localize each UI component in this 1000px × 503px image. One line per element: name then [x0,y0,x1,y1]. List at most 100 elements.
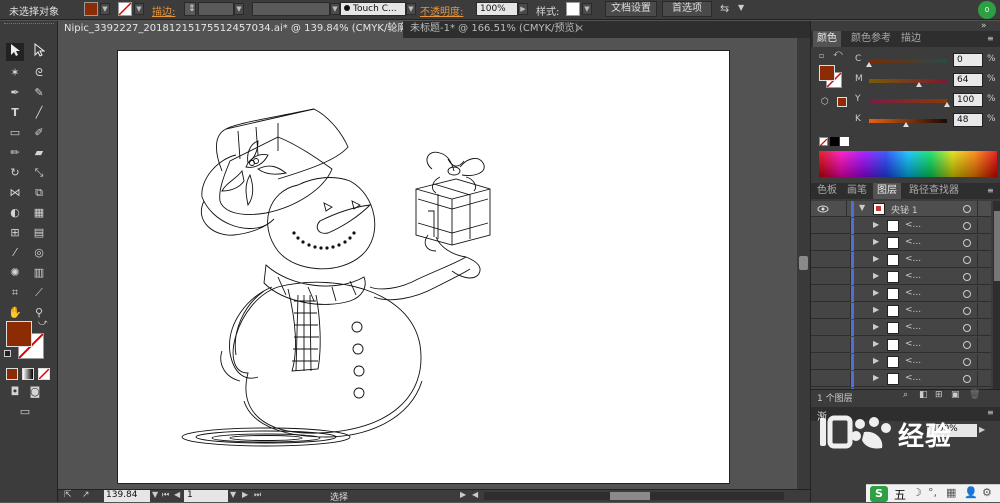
style-dropdown-icon[interactable]: ▼ [582,3,592,15]
variable-width-dropdown-icon[interactable]: ▼ [330,3,340,15]
share-icon[interactable]: ⇱ [64,490,72,500]
close-icon[interactable]: × [576,21,584,37]
cyan-slider-knob[interactable] [866,62,872,67]
status-menu-icon[interactable]: ▶ [460,490,466,499]
brush-dropdown-icon[interactable]: ▼ [406,3,416,15]
visibility-lock-column[interactable] [811,269,851,285]
blend-tool-icon[interactable]: ◎ [30,244,48,262]
stroke-weight-field[interactable] [198,2,234,16]
yellow-slider-knob[interactable] [944,102,950,107]
horizontal-scrollbar[interactable] [484,492,784,500]
arrange-icon[interactable]: ⇆ [720,2,729,15]
lasso-tool-icon[interactable]: ᘓ [30,64,48,82]
target-circle-icon[interactable] [963,375,971,383]
punctuation-icon[interactable]: °, [928,486,937,499]
tab-nipic-document[interactable]: Nipic_3392227_20181215175512457034.ai* @… [58,21,403,38]
expand-triangle-icon[interactable]: ▶ [873,305,879,314]
opacity-label[interactable]: 不透明度: [420,3,463,18]
selection-column[interactable] [977,269,989,285]
none-color-icon[interactable] [819,137,828,147]
tab-pathfinder[interactable]: 路径查找器 [905,183,963,199]
cyan-slider-track[interactable] [869,59,947,63]
tab-color[interactable]: 颜色 [813,31,841,47]
sublayer-name[interactable]: <... [905,339,921,349]
zoom-dropdown-icon[interactable]: ▼ [152,490,158,499]
first-artboard-icon[interactable]: ⏮ [162,490,169,500]
scale-tool-icon[interactable]: ⤡ [30,164,48,182]
target-circle-icon[interactable] [963,290,971,298]
sublayer-row[interactable]: ▶ <... [811,286,991,302]
gradient-tool-icon[interactable]: ▤ [30,224,48,242]
panel-menu-icon[interactable]: ▼ [738,3,744,12]
selection-column[interactable] [977,218,989,234]
ime-logo-icon[interactable]: S [870,486,888,502]
selection-column[interactable] [977,303,989,319]
pencil-tool-icon[interactable]: ✏ [6,144,24,162]
screen-mode-icon[interactable]: ▭ [16,403,34,421]
expand-triangle-icon[interactable]: ▶ [873,288,879,297]
free-transform-tool-icon[interactable]: ⧉ [30,184,48,202]
tab-untitled-document[interactable]: 未标题-1* @ 166.51% (CMYK/预览) × [404,21,589,38]
scrollbar-thumb[interactable] [799,256,808,270]
locate-object-icon[interactable]: ⌕ [903,390,908,400]
eye-icon[interactable] [817,204,829,214]
artboard-dropdown-icon[interactable]: ▼ [230,490,236,499]
expand-triangle-icon[interactable]: ▼ [859,203,865,212]
target-circle-icon[interactable] [963,222,971,230]
paintbrush-tool-icon[interactable]: ✐ [30,124,48,142]
selection-column[interactable] [977,354,989,370]
target-circle-icon[interactable] [963,324,971,332]
visibility-lock-column[interactable] [811,218,851,234]
sublayer-name[interactable]: <... [905,237,921,247]
eraser-tool-icon[interactable]: ▰ [30,144,48,162]
selection-column[interactable] [977,320,989,336]
sublayer-row[interactable]: ▶ <... [811,354,991,370]
none-mode-icon[interactable] [38,368,50,380]
visibility-lock-column[interactable] [811,320,851,336]
visibility-lock-column[interactable] [811,337,851,353]
sublayer-row[interactable]: ▶ <... [811,320,991,336]
last-artboard-icon[interactable]: ⏭ [254,490,261,500]
preferences-button[interactable]: 首选项 [662,1,712,17]
expand-triangle-icon[interactable]: ▶ [873,237,879,246]
color-spectrum-bar[interactable] [819,151,997,177]
document-setup-button[interactable]: 文档设置 [605,1,657,17]
sublayer-row[interactable]: ▶ <... [811,235,991,251]
layer-name[interactable]: 央铋 1 [891,203,918,216]
pen-tool-icon[interactable]: ✒ [6,84,24,102]
style-swatch[interactable] [566,2,580,16]
yellow-value-field[interactable]: 100 [953,93,983,107]
expand-triangle-icon[interactable]: ▶ [873,271,879,280]
sublayer-row[interactable]: ▶ <... [811,218,991,234]
perspective-grid-tool-icon[interactable]: ▦ [30,204,48,222]
rectangle-tool-icon[interactable]: ▭ [6,124,24,142]
width-tool-icon[interactable]: ⋈ [6,184,24,202]
new-layer-icon[interactable]: ▣ [951,390,960,400]
expand-triangle-icon[interactable]: ▶ [873,373,879,382]
stroke-weight-dropdown-icon[interactable]: ▼ [234,3,244,15]
sublayer-row[interactable]: ▶ <... [811,303,991,319]
white-color-icon[interactable] [840,137,849,146]
rotate-tool-icon[interactable]: ↻ [6,164,24,182]
artboard[interactable] [117,50,730,484]
hand-tool-icon[interactable]: ✋ [6,304,24,322]
settings-icon[interactable]: ⚙ [982,486,992,499]
delete-layer-icon[interactable]: 🗑 [969,390,980,400]
swap-fill-stroke-icon[interactable]: ⤻ [38,318,48,328]
selection-column[interactable] [977,201,989,217]
selection-tool-icon[interactable] [6,43,24,61]
variable-width-field[interactable] [252,2,330,16]
expand-triangle-icon[interactable]: ▶ [873,322,879,331]
black-slider-knob[interactable] [903,122,910,127]
brush-definition[interactable]: Touch C... [340,2,406,16]
scrollbar-thumb[interactable] [610,492,650,500]
sublayer-name[interactable]: <... [905,288,921,298]
fill-color-box[interactable] [6,321,32,347]
magenta-slider-knob[interactable] [915,82,922,87]
direct-selection-tool-icon[interactable] [30,42,48,61]
magenta-slider-track[interactable] [869,79,947,83]
tab-brushes[interactable]: 画笔 [843,183,871,199]
target-circle-icon[interactable] [963,239,971,247]
selection-column[interactable] [977,337,989,353]
prev-artboard-icon[interactable]: ◀ [174,490,180,499]
